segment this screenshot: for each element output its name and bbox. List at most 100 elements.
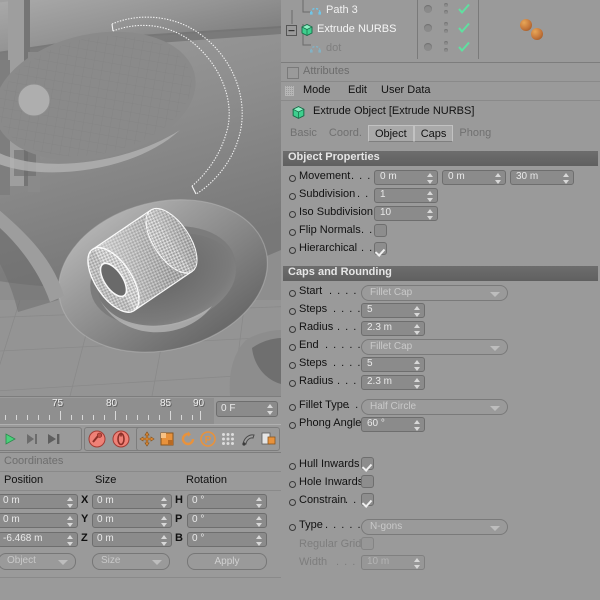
visibility-dot-editor[interactable] (424, 43, 432, 51)
param-bullet-icon[interactable] (289, 308, 296, 315)
rotate-tool-button[interactable] (178, 428, 198, 450)
enabled-check-icon[interactable] (458, 22, 470, 37)
movement-x-field[interactable]: 0 m (374, 170, 438, 185)
param-bullet-icon[interactable] (289, 193, 296, 200)
goto-end-button[interactable] (43, 428, 65, 450)
spinner-icon[interactable] (161, 516, 168, 527)
spinner-icon[interactable] (67, 497, 74, 508)
spinner-icon[interactable] (267, 404, 274, 415)
object-row-dot[interactable]: dot (283, 40, 417, 59)
scale-tool-button[interactable] (157, 428, 177, 450)
spinner-icon[interactable] (256, 535, 263, 546)
width-field[interactable]: 10 m (361, 555, 425, 570)
timeline-bar[interactable]: 75 80 85 90 0 F (0, 396, 281, 425)
object-row-path3[interactable]: Path 3 (283, 2, 417, 21)
size-y-field[interactable]: 0 m (92, 513, 172, 528)
subdivision-field[interactable]: 1 (374, 188, 438, 203)
type-dropdown[interactable]: N-gons (361, 519, 508, 535)
size-mode-dropdown[interactable]: Size (92, 553, 170, 570)
move-tool-button[interactable] (137, 428, 157, 450)
tab-basic[interactable]: Basic (284, 125, 323, 142)
movement-z-field[interactable]: 30 m (510, 170, 574, 185)
size-x-field[interactable]: 0 m (92, 494, 172, 509)
end-cap-dropdown[interactable]: Fillet Cap (361, 339, 508, 355)
tab-caps[interactable]: Caps (413, 125, 454, 142)
enabled-check-icon[interactable] (458, 41, 470, 56)
spinner-icon[interactable] (256, 516, 263, 527)
start-cap-dropdown[interactable]: Fillet Cap (361, 285, 508, 301)
object-row-extrude-nurbs[interactable]: Extrude NURBS (283, 21, 417, 40)
position-x-field[interactable]: 0 m (0, 494, 78, 509)
enabled-check-icon[interactable] (458, 3, 470, 18)
param-bullet-icon[interactable] (289, 247, 296, 254)
position-z-field[interactable]: -6.468 m (0, 532, 78, 547)
spinner-icon[interactable] (563, 173, 570, 184)
spinner-icon[interactable] (161, 497, 168, 508)
attributes-tabs[interactable]: Basic Coord. Object Caps Phong (284, 125, 498, 142)
animation-toolbar[interactable]: ? P (0, 424, 281, 452)
coordinate-mode-dropdown[interactable]: Object (0, 553, 76, 570)
phong-angle-field[interactable]: 60 ° (361, 417, 425, 432)
object-toggle-columns[interactable] (418, 0, 479, 59)
hull-inwards-checkbox[interactable] (361, 457, 374, 470)
menu-user-data[interactable]: User Data (381, 84, 431, 96)
tab-coord[interactable]: Coord. (322, 125, 368, 142)
spinner-icon[interactable] (256, 497, 263, 508)
object-manager[interactable]: Path 3 Extrude NURBS dot (281, 0, 600, 62)
spinner-icon[interactable] (427, 173, 434, 184)
iso-subdivision-field[interactable]: 10 (374, 206, 438, 221)
hole-inwards-checkbox[interactable] (361, 475, 374, 488)
param-bullet-icon[interactable] (289, 229, 296, 236)
param-bullet-icon[interactable] (289, 499, 296, 506)
constrain-checkbox[interactable] (361, 493, 374, 506)
visibility-dot-render-bottom[interactable] (444, 29, 448, 33)
position-y-field[interactable]: 0 m (0, 513, 78, 528)
point-mode-button[interactable] (218, 428, 238, 450)
visibility-dot-editor[interactable] (424, 5, 432, 13)
param-bullet-icon[interactable] (289, 175, 296, 182)
spinner-icon[interactable] (414, 306, 421, 317)
perspective-viewport[interactable] (0, 0, 281, 396)
param-bullet-icon[interactable] (289, 290, 296, 297)
spinner-icon[interactable] (414, 558, 421, 569)
parametric-tool-button[interactable]: P (198, 428, 218, 450)
param-bullet-icon[interactable] (289, 362, 296, 369)
start-steps-field[interactable]: 5 (361, 303, 425, 318)
rotation-b-field[interactable]: 0 ° (187, 532, 267, 547)
spinner-icon[interactable] (414, 378, 421, 389)
param-bullet-icon[interactable] (289, 344, 296, 351)
menu-mode[interactable]: Mode (303, 84, 331, 96)
hierarchical-checkbox[interactable] (374, 242, 387, 255)
texture-axis-button[interactable] (259, 428, 279, 450)
spinner-icon[interactable] (495, 173, 502, 184)
record-key-button[interactable] (86, 428, 108, 450)
tab-phong[interactable]: Phong (453, 125, 498, 142)
spinner-icon[interactable] (427, 209, 434, 220)
visibility-dot-render-bottom[interactable] (444, 10, 448, 14)
apply-button[interactable]: Apply (187, 553, 267, 570)
param-bullet-icon[interactable] (289, 481, 296, 488)
visibility-dot-render-top[interactable] (444, 22, 448, 26)
rotation-h-field[interactable]: 0 ° (187, 494, 267, 509)
end-radius-field[interactable]: 2.3 m (361, 375, 425, 390)
visibility-dot-editor[interactable] (424, 24, 432, 32)
param-bullet-icon[interactable] (289, 211, 296, 218)
material-tag-icon[interactable] (531, 28, 543, 40)
visibility-dot-render-top[interactable] (444, 41, 448, 45)
spinner-icon[interactable] (67, 535, 74, 546)
fillet-type-dropdown[interactable]: Half Circle (361, 399, 508, 415)
spinner-icon[interactable] (414, 420, 421, 431)
material-tag-icon[interactable] (520, 19, 532, 31)
drag-grip-icon[interactable] (285, 86, 294, 96)
movement-y-field[interactable]: 0 m (442, 170, 506, 185)
start-radius-field[interactable]: 2.3 m (361, 321, 425, 336)
play-button[interactable] (0, 428, 21, 450)
param-bullet-icon[interactable] (289, 524, 296, 531)
autokey-button[interactable] (110, 428, 132, 450)
param-bullet-icon[interactable] (289, 326, 296, 333)
spinner-icon[interactable] (161, 535, 168, 546)
param-bullet-icon[interactable] (289, 422, 296, 429)
tab-object[interactable]: Object (367, 125, 414, 142)
panel-lock-checkbox[interactable] (287, 67, 299, 79)
current-frame-field[interactable]: 0 F (216, 401, 278, 417)
